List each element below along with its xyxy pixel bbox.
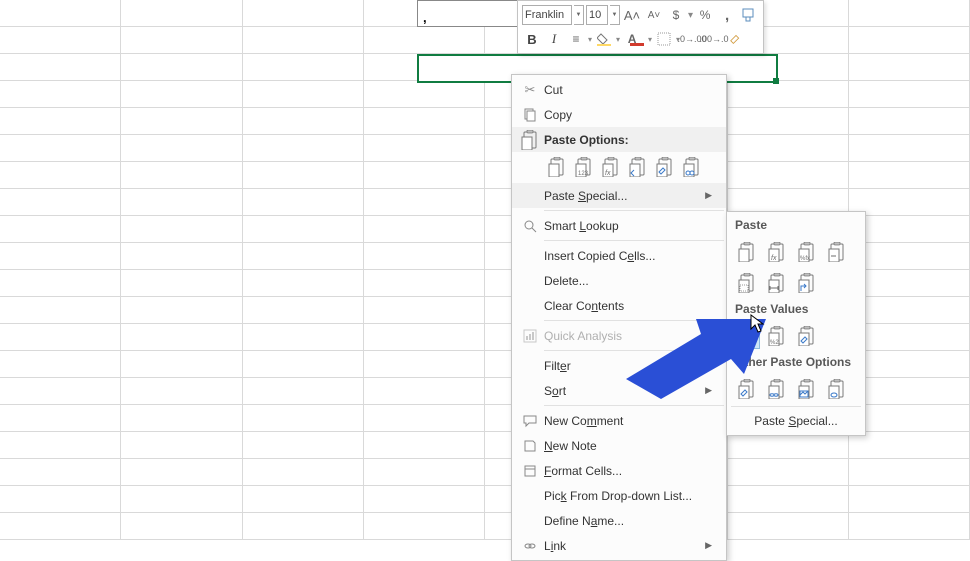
font-name-dropdown[interactable]: ▼: [574, 5, 584, 25]
menu-delete-label: Delete...: [544, 274, 589, 288]
sub-paste-values-numfmt-button[interactable]: %2: [763, 322, 790, 349]
menu-paste-options: Paste Options:: [512, 127, 726, 152]
comma-format-button[interactable]: ,: [717, 5, 737, 25]
format-cells-icon: [516, 464, 544, 478]
svg-text:%fx: %fx: [800, 256, 810, 262]
menu-new-note[interactable]: New Note: [512, 433, 726, 458]
decrease-decimal-button[interactable]: .00→.0: [704, 29, 724, 49]
font-size-dropdown[interactable]: ▼: [610, 5, 620, 25]
quick-analysis-icon: [516, 329, 544, 343]
submenu-arrow-icon: ▶: [705, 190, 712, 201]
menu-delete[interactable]: Delete...: [512, 268, 726, 293]
increase-font-button[interactable]: A˄: [622, 5, 642, 25]
sub-paste-picture-button[interactable]: [793, 375, 820, 402]
menu-copy-label: Copy: [544, 108, 572, 122]
sub-paste-keep-source-button[interactable]: [823, 238, 850, 265]
menu-define-name-label: Define Name...: [544, 514, 712, 528]
sub-paste-values-source-fmt-button[interactable]: [793, 322, 820, 349]
menu-pick-from-list-label: Pick From Drop-down List...: [544, 489, 712, 503]
cell-with-value[interactable]: ,: [417, 0, 520, 27]
menu-new-comment[interactable]: New Comment: [512, 408, 726, 433]
menu-smart-lookup[interactable]: Smart Lookup: [512, 213, 726, 238]
menu-insert-copied[interactable]: Insert Copied Cells...: [512, 243, 726, 268]
cell-value-text: ,: [423, 10, 427, 25]
paste-formulas-button[interactable]: fx: [598, 154, 623, 179]
scissors-icon: ✂: [516, 82, 544, 98]
paste-transpose-button[interactable]: [625, 154, 650, 179]
menu-new-comment-label: New Comment: [544, 414, 712, 428]
menu-copy[interactable]: Copy: [512, 102, 726, 127]
percent-format-button[interactable]: %: [695, 5, 715, 25]
decrease-font-button[interactable]: A˅: [644, 5, 664, 25]
annotation-arrow: [626, 319, 766, 404]
menu-new-note-label: New Note: [544, 439, 712, 453]
font-color-button[interactable]: A: [622, 29, 642, 49]
svg-text:%2: %2: [770, 340, 779, 346]
paste-link-button[interactable]: [679, 154, 704, 179]
svg-text:123: 123: [578, 171, 589, 177]
sub-paste-default-button[interactable]: [733, 238, 760, 265]
borders-button[interactable]: [654, 29, 674, 49]
menu-pick-from-list[interactable]: Pick From Drop-down List...: [512, 483, 726, 508]
note-icon: [516, 439, 544, 453]
align-button[interactable]: ≡: [566, 29, 586, 49]
submenu-paste-header: Paste: [729, 214, 863, 236]
sub-paste-linked-picture-button[interactable]: [823, 375, 850, 402]
menu-smart-lookup-label: Smart Lookup: [544, 219, 712, 233]
menu-clear-contents-label: Clear Contents: [544, 299, 712, 313]
fill-color-button[interactable]: [594, 29, 614, 49]
sub-paste-formulas-numfmt-button[interactable]: %fx: [793, 238, 820, 265]
svg-text:fx: fx: [605, 170, 611, 177]
accounting-format-button[interactable]: $: [666, 5, 686, 25]
font-name-input[interactable]: [522, 5, 572, 25]
menu-clear-contents[interactable]: Clear Contents: [512, 293, 726, 318]
font-size-input[interactable]: [586, 5, 608, 25]
context-menu: ✂ Cut Copy Paste Options: 123 fx Paste S…: [511, 74, 727, 561]
search-icon: [516, 219, 544, 233]
sub-paste-special-dialog[interactable]: Paste Special...: [729, 409, 863, 433]
paste-values-button[interactable]: 123: [571, 154, 596, 179]
menu-paste-special-label: Paste Special...: [544, 189, 705, 203]
menu-cut[interactable]: ✂ Cut: [512, 77, 726, 102]
format-painter2-button[interactable]: [726, 29, 746, 49]
mini-toolbar: ▼ ▼ A˄ A˅ $ ▾ % , B I ≡ ▾ ▾ A ▾ ▾ .0→.00…: [517, 0, 764, 54]
paste-icon: [516, 130, 544, 150]
paste-options-row: 123 fx: [512, 152, 726, 183]
copy-icon: [516, 108, 544, 122]
sub-paste-column-widths-button[interactable]: [763, 269, 790, 296]
comment-icon: [516, 414, 544, 428]
sub-paste-special-label: Paste Special...: [754, 414, 837, 428]
mouse-cursor-icon: [750, 314, 766, 339]
italic-button[interactable]: I: [544, 29, 564, 49]
sub-paste-transpose-button[interactable]: [793, 269, 820, 296]
menu-cut-label: Cut: [544, 83, 563, 97]
menu-define-name[interactable]: Define Name...: [512, 508, 726, 533]
menu-format-cells-label: Format Cells...: [544, 464, 712, 478]
menu-format-cells[interactable]: Format Cells...: [512, 458, 726, 483]
menu-paste-options-label: Paste Options:: [544, 133, 712, 147]
menu-paste-special[interactable]: Paste Special... ▶: [512, 183, 726, 208]
paste-default-button[interactable]: [544, 154, 569, 179]
sub-paste-no-borders-button[interactable]: [733, 269, 760, 296]
svg-text:fx: fx: [771, 255, 777, 262]
paste-formatting-button[interactable]: [652, 154, 677, 179]
format-painter-button[interactable]: [739, 5, 759, 25]
bold-button[interactable]: B: [522, 29, 542, 49]
sub-paste-link-button[interactable]: [763, 375, 790, 402]
menu-insert-copied-label: Insert Copied Cells...: [544, 249, 712, 263]
sub-paste-formulas-button[interactable]: fx: [763, 238, 790, 265]
